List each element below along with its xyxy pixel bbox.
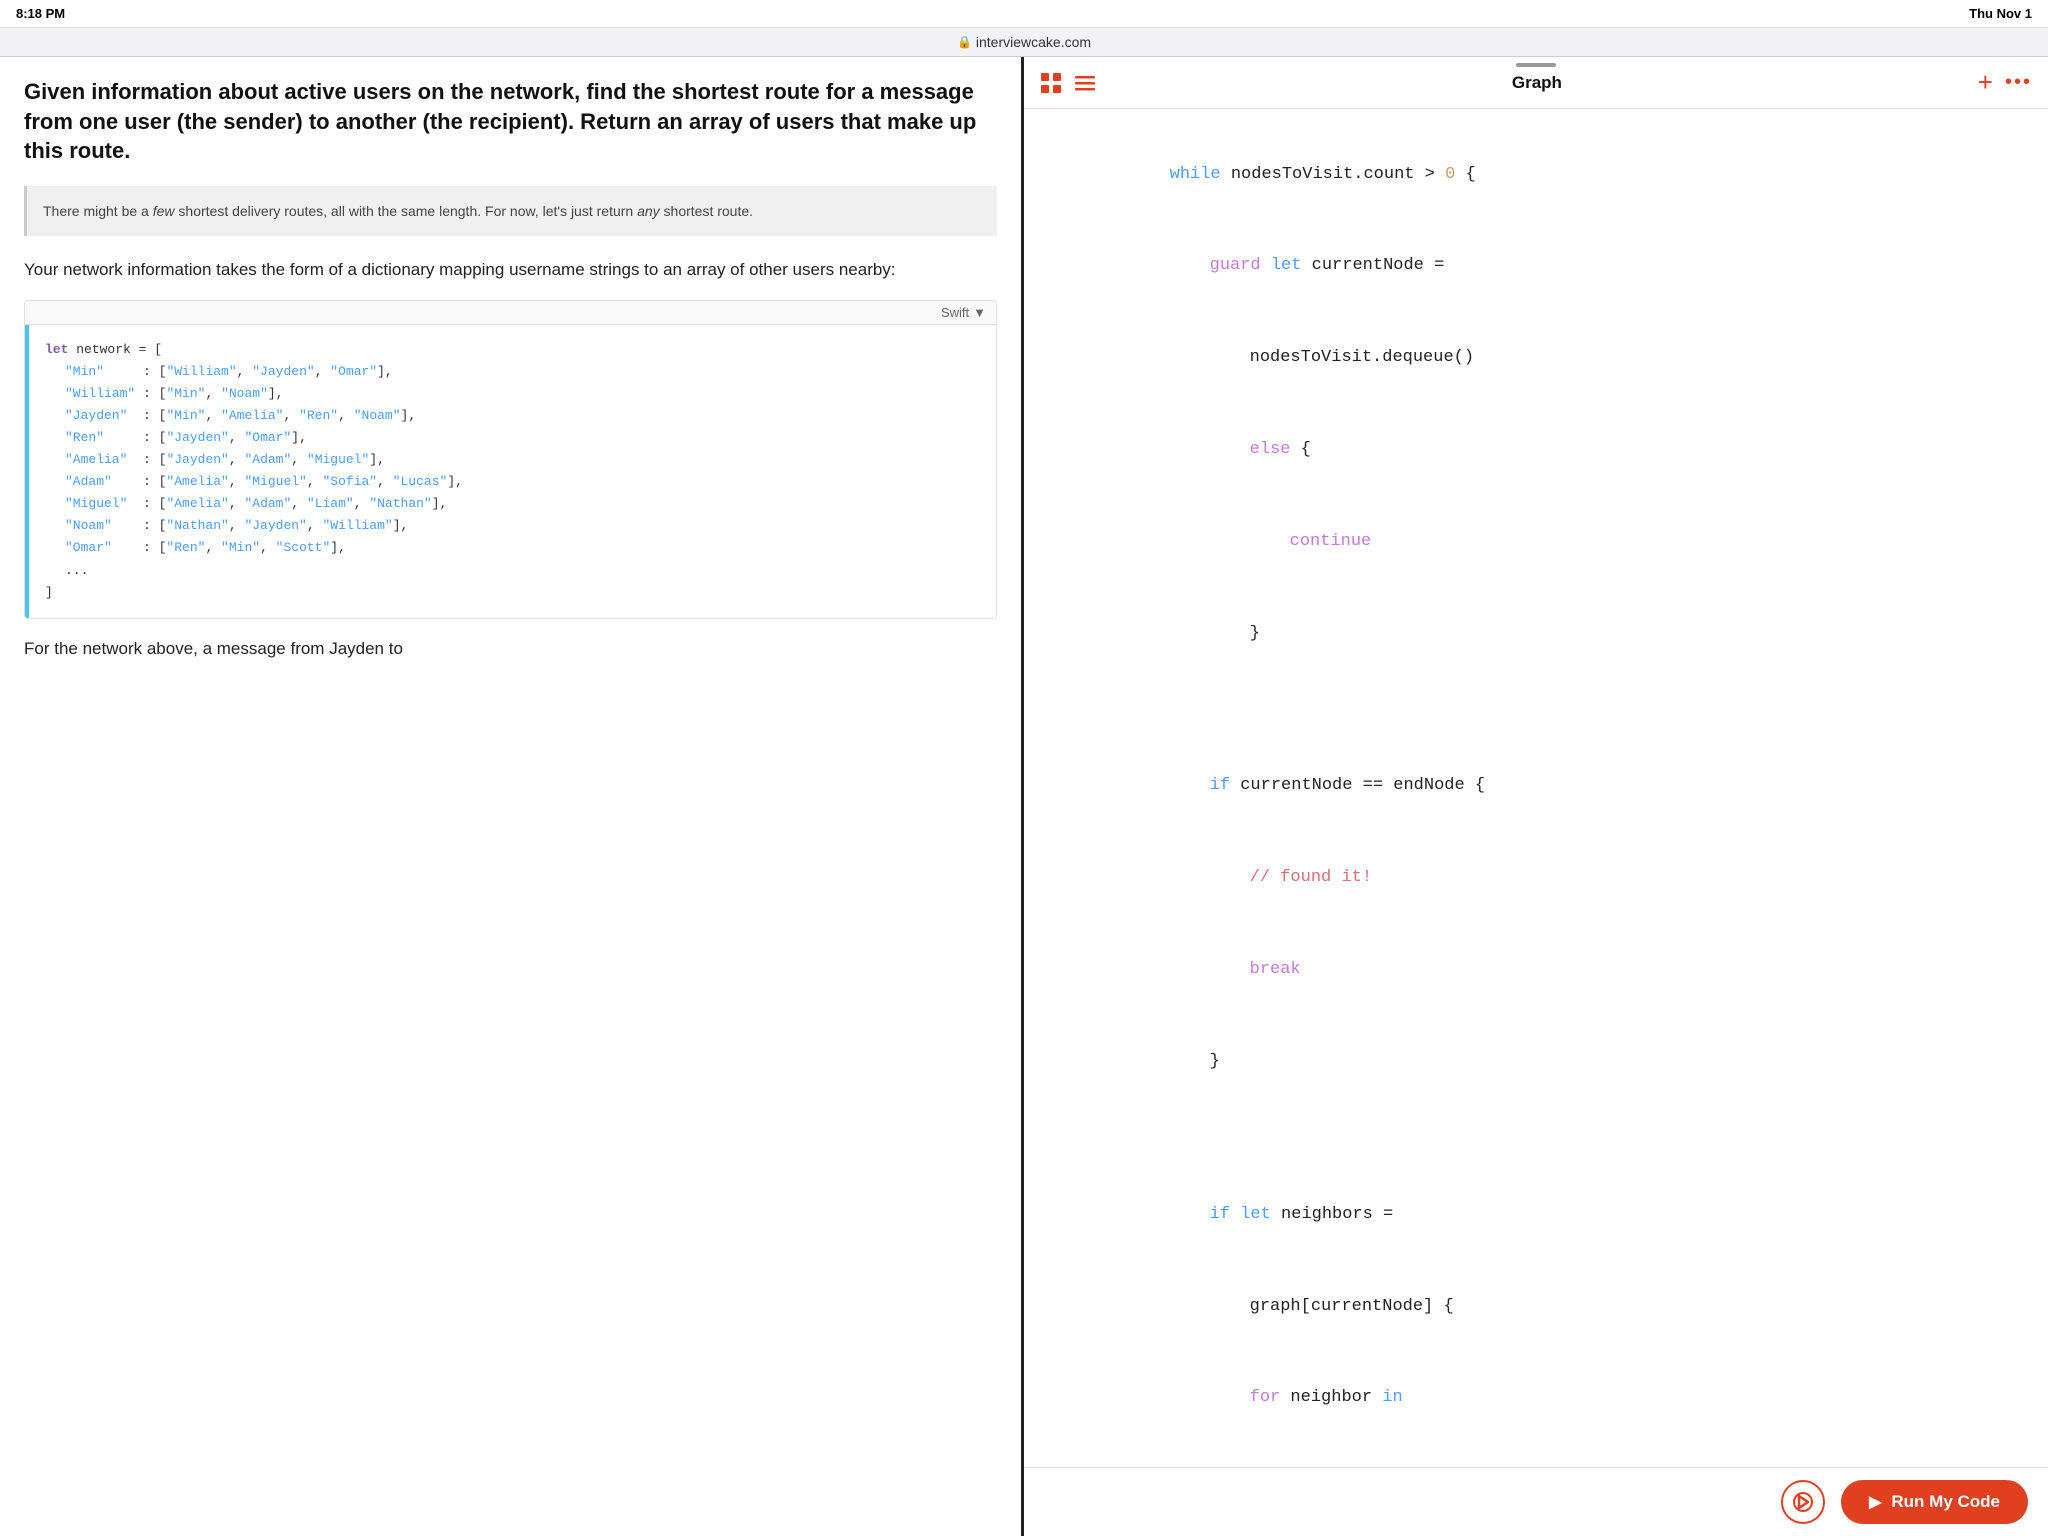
code-block-header: Swift ▼	[25, 301, 996, 325]
left-panel: Given information about active users on …	[0, 57, 1024, 1536]
grid-icon[interactable]	[1040, 72, 1062, 94]
run-my-code-button[interactable]: ▶ Run My Code	[1841, 1480, 2028, 1524]
code-editor-line: guard let currentNode =	[1048, 221, 2024, 313]
code-line: ]	[45, 582, 980, 604]
status-date: Thu Nov 1	[1969, 6, 2032, 21]
code-line: "Amelia" : ["Jayden", "Adam", "Miguel"],	[45, 449, 980, 471]
editor-topbar: Graph + •••	[1024, 57, 2048, 109]
drag-indicator	[1516, 63, 1556, 67]
code-editor-line	[1048, 1108, 2024, 1139]
code-editor-line: for neighbor in	[1048, 1353, 2024, 1445]
code-editor-line: if currentNode == endNode {	[1048, 741, 2024, 833]
code-editor-line	[1048, 680, 2024, 711]
code-line: "Jayden" : ["Min", "Amelia", "Ren", "Noa…	[45, 405, 980, 427]
run-indicator-button[interactable]	[1781, 1480, 1825, 1524]
article-paragraph2: For the network above, a message from Ja…	[24, 635, 997, 662]
code-editor-line: else {	[1048, 404, 2024, 496]
code-editor-line: neighbors {	[1048, 1445, 2024, 1467]
run-bar: ▶ Run My Code	[1024, 1467, 2048, 1536]
code-editor-line: if let neighbors =	[1048, 1169, 2024, 1261]
callout-italic1: few	[153, 203, 175, 219]
code-block-body: let network = [ "Min" : ["William", "Jay…	[25, 325, 996, 618]
code-editor-line: break	[1048, 924, 2024, 1016]
code-editor-line: nodesToVisit.dequeue()	[1048, 313, 2024, 405]
topbar-icons-right: + •••	[1978, 67, 2032, 98]
callout-italic2: any	[637, 203, 660, 219]
main-layout: Given information about active users on …	[0, 57, 2048, 1536]
code-line: "Min" : ["William", "Jayden", "Omar"],	[45, 361, 980, 383]
chevron-down-icon: ▼	[973, 305, 986, 320]
topbar-icons-left	[1040, 72, 1096, 94]
code-line: "Noam" : ["Nathan", "Jayden", "William"]…	[45, 515, 980, 537]
code-editor-line: while nodesToVisit.count > 0 {	[1048, 129, 2024, 221]
code-editor-line	[1048, 710, 2024, 741]
list-icon[interactable]	[1074, 72, 1096, 94]
code-line: "Ren" : ["Jayden", "Omar"],	[45, 427, 980, 449]
callout-text-before: There might be a	[43, 203, 153, 219]
code-line: "William" : ["Min", "Noam"],	[45, 383, 980, 405]
code-editor-line: }	[1048, 588, 2024, 680]
code-line: "Miguel" : ["Amelia", "Adam", "Liam", "N…	[45, 493, 980, 515]
play-icon: ▶	[1869, 1492, 1881, 1512]
code-editor-line	[1048, 1139, 2024, 1170]
code-line: ...	[45, 560, 980, 582]
code-editor-line: // found it!	[1048, 833, 2024, 925]
code-block: Swift ▼ let network = [ "Min" : ["Willia…	[24, 300, 997, 619]
editor-area[interactable]: while nodesToVisit.count > 0 { guard let…	[1024, 109, 2048, 1467]
browser-url: interviewcake.com	[976, 34, 1091, 50]
callout-text-mid: shortest delivery routes, all with the s…	[175, 203, 638, 219]
editor-title: Graph	[1112, 73, 1962, 93]
article-title: Given information about active users on …	[24, 77, 997, 166]
browser-bar: 🔒 interviewcake.com	[0, 28, 2048, 57]
more-icon[interactable]: •••	[2005, 71, 2032, 94]
code-editor-line: graph[currentNode] {	[1048, 1261, 2024, 1353]
article-paragraph1: Your network information takes the form …	[24, 256, 997, 283]
lock-icon: 🔒	[957, 35, 972, 49]
code-line: "Omar" : ["Ren", "Min", "Scott"],	[45, 537, 980, 559]
code-editor-line: }	[1048, 1016, 2024, 1108]
code-editor-line: continue	[1048, 496, 2024, 588]
lang-label: Swift	[941, 305, 969, 320]
status-bar: 8:18 PM Thu Nov 1	[0, 0, 2048, 28]
code-line: let network = [	[45, 339, 980, 361]
run-button-label: Run My Code	[1891, 1492, 2000, 1512]
code-line: "Adam" : ["Amelia", "Miguel", "Sofia", "…	[45, 471, 980, 493]
callout-box: There might be a few shortest delivery r…	[24, 186, 997, 236]
callout-text-after: shortest route.	[660, 203, 753, 219]
lang-selector[interactable]: Swift ▼	[941, 305, 986, 320]
right-panel: Graph + ••• while nodesToVisit.count > 0…	[1024, 57, 2048, 1536]
status-time: 8:18 PM	[16, 6, 65, 21]
add-icon[interactable]: +	[1978, 67, 1993, 98]
